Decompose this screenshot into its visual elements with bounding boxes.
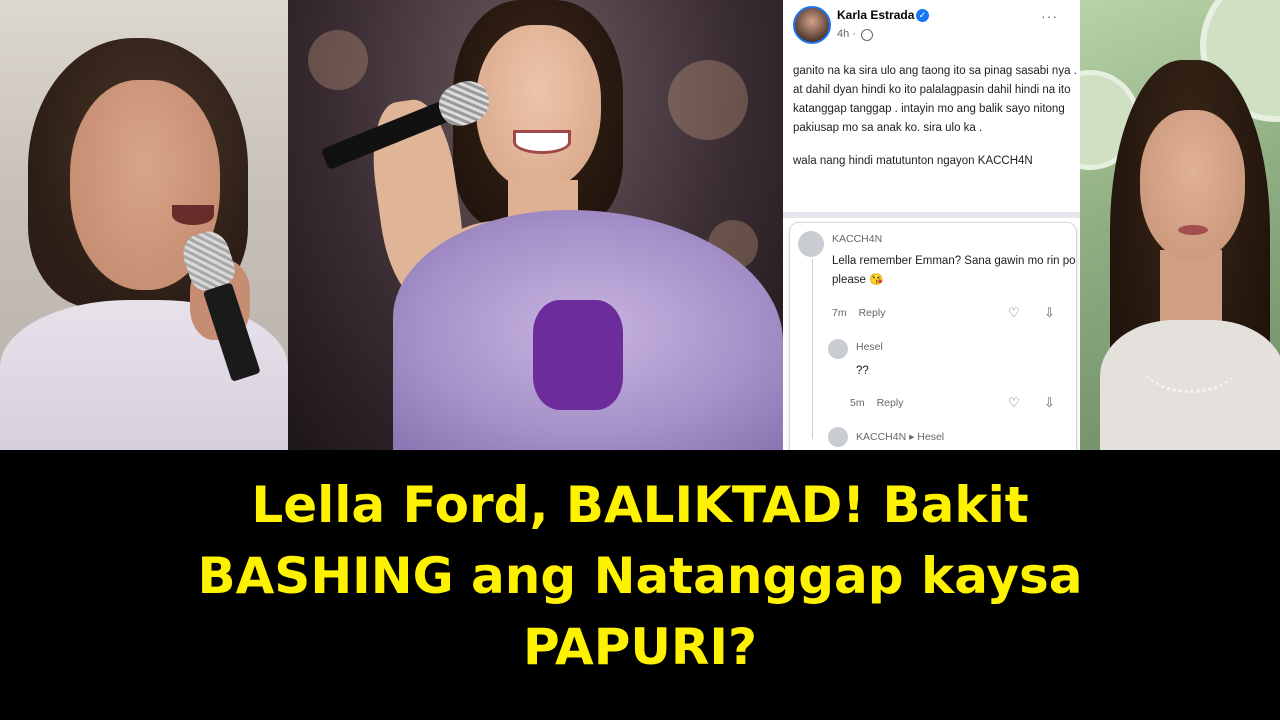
post-line: pakiusap mo sa anak ko. sira ulo ka . [793,122,983,134]
photo-woman-portrait [1080,0,1280,450]
comment-time: 5m [850,397,865,409]
comment-meta: 5m Reply [850,397,903,409]
post-header: Karla Estrada ✓ 4h · ··· [793,6,1073,52]
lips [1178,225,1208,235]
like-icon[interactable]: ♡ [1008,305,1020,321]
mouth [172,205,214,225]
author-name: Karla Estrada [837,8,915,22]
dislike-icon[interactable]: ⇩ [1044,305,1055,321]
comment-author: KACCH4N ▸ Hesel [856,431,945,443]
photo-woman-with-mic [0,0,288,450]
post-time: 4h · [837,28,856,40]
comment-text: please 😘 [832,274,884,286]
neck [1160,250,1222,330]
stage-light [668,60,748,140]
post-line: katanggap tanggap . intayin mo ang balik… [793,103,1065,115]
post-body: ganito na ka sira ulo ang taong ito sa p… [793,62,1077,171]
comment-author: Hesel [856,341,883,353]
headline-line: BASHING ang Natanggap kaysa [197,547,1083,605]
dislike-icon[interactable]: ⇩ [1044,395,1055,411]
headline: Lella Ford, BALIKTAD! Bakit BASHING ang … [40,470,1240,683]
post-line: at dahil dyan hindi ko ito palalagpasin … [793,84,1071,96]
post-line: ganito na ka sira ulo ang taong ito sa p… [793,65,1077,77]
comment-meta: 7m Reply [832,307,885,319]
globe-icon [861,29,873,41]
reply-link[interactable]: Reply [877,397,904,409]
avatar [798,231,824,257]
headline-line: Lella Ford, BALIKTAD! Bakit [251,476,1029,534]
more-options-icon: ··· [1041,8,1058,24]
post-line: wala nang hindi matutunton ngayon KACCH4… [793,155,1033,167]
ribbon [533,300,623,410]
comment-text: Lella remember Emman? Sana gawin mo rin … [832,255,1076,267]
headline-line: PAPURI? [522,618,758,676]
thumbnail-collage: Karla Estrada ✓ 4h · ··· ganito na ka si… [0,0,1280,450]
comments-card: KACCH4N Lella remember Emman? Sana gawin… [789,222,1077,450]
comment-text: ?? [856,365,869,377]
comment-time: 7m [832,307,847,319]
facebook-post-screenshot: Karla Estrada ✓ 4h · ··· ganito na ka si… [783,0,1080,450]
comment-author: KACCH4N [832,233,883,245]
face [1140,110,1245,260]
necklace [1140,330,1240,393]
avatar [828,339,848,359]
reply-link[interactable]: Reply [859,307,886,319]
avatar [793,6,831,44]
thread-line [812,259,813,439]
divider [783,212,1080,218]
photo-singer-with-bouquet [288,0,783,450]
smile [513,130,571,154]
avatar [828,427,848,447]
like-icon[interactable]: ♡ [1008,395,1020,411]
verified-badge-icon: ✓ [916,9,929,22]
stage-light [308,30,368,90]
